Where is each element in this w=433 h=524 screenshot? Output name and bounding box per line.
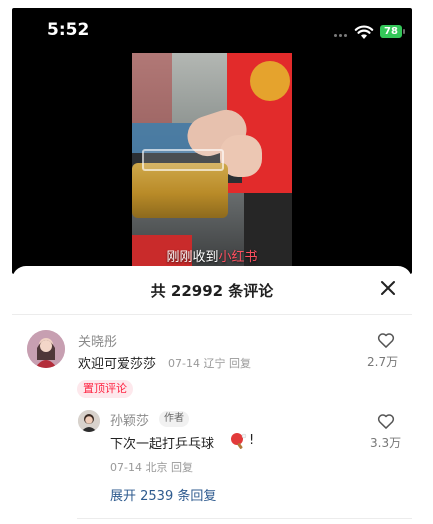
caption-highlight: 小红书 bbox=[218, 250, 258, 265]
close-icon[interactable] bbox=[378, 278, 398, 298]
status-bar: 5:52 78 bbox=[12, 8, 412, 48]
comment-like-count: 2.7万 bbox=[367, 355, 399, 369]
video-frame[interactable]: 刚刚收到小红书 bbox=[132, 53, 292, 266]
video-shirt-emblem bbox=[250, 61, 290, 101]
comment-text: 欢迎可爱莎莎 bbox=[78, 357, 157, 372]
battery-icon: 78 bbox=[380, 25, 402, 38]
comments-header: 共 22992 条评论 bbox=[12, 266, 412, 312]
avatar[interactable] bbox=[27, 330, 65, 368]
comment-location: 辽宁 bbox=[203, 357, 226, 370]
heart-icon[interactable] bbox=[376, 330, 396, 350]
reply-location: 北京 bbox=[145, 461, 168, 474]
caption-text: 刚刚收到 bbox=[166, 250, 219, 265]
header-divider bbox=[12, 314, 412, 315]
heart-icon[interactable] bbox=[376, 411, 396, 431]
reply-text-tail: ! bbox=[249, 433, 255, 448]
avatar[interactable] bbox=[78, 410, 100, 432]
status-time: 5:52 bbox=[47, 20, 90, 40]
video-glass-lid bbox=[142, 149, 224, 171]
video-caption: 刚刚收到小红书 bbox=[132, 246, 292, 265]
reply-text: 下次一起打乒乓球 bbox=[110, 437, 215, 452]
bottom-divider bbox=[77, 518, 412, 519]
reply-meta: 07-14 北京 回复 bbox=[110, 459, 193, 475]
pinned-badge: 置顶评论 bbox=[77, 380, 133, 398]
wifi-icon bbox=[354, 25, 374, 39]
reply-like-count: 3.3万 bbox=[370, 436, 402, 450]
screen: 5:52 78 刚刚收到小红书 共 22992 条评论 关晓彤 欢迎可爱莎莎 0… bbox=[0, 0, 433, 524]
ping-pong-icon bbox=[231, 433, 247, 449]
author-tag: 作者 bbox=[159, 411, 189, 427]
reply-reply-button[interactable]: 回复 bbox=[171, 461, 193, 474]
reply-date: 07-14 bbox=[110, 461, 142, 474]
comment-date: 07-14 bbox=[168, 357, 200, 370]
comment-meta: 07-14 辽宁 回复 bbox=[168, 355, 251, 371]
reply-author[interactable]: 孙颖莎 bbox=[110, 410, 149, 429]
battery-tip bbox=[403, 29, 405, 34]
comment-author[interactable]: 关晓彤 bbox=[78, 331, 117, 350]
signal-dots-icon bbox=[334, 34, 348, 37]
video-gold-box bbox=[132, 163, 228, 218]
comment-reply-button[interactable]: 回复 bbox=[229, 357, 251, 370]
expand-replies-button[interactable]: 展开 2539 条回复 bbox=[110, 485, 216, 504]
video-bg-red bbox=[132, 53, 172, 123]
comment-count-title: 共 22992 条评论 bbox=[150, 282, 274, 300]
